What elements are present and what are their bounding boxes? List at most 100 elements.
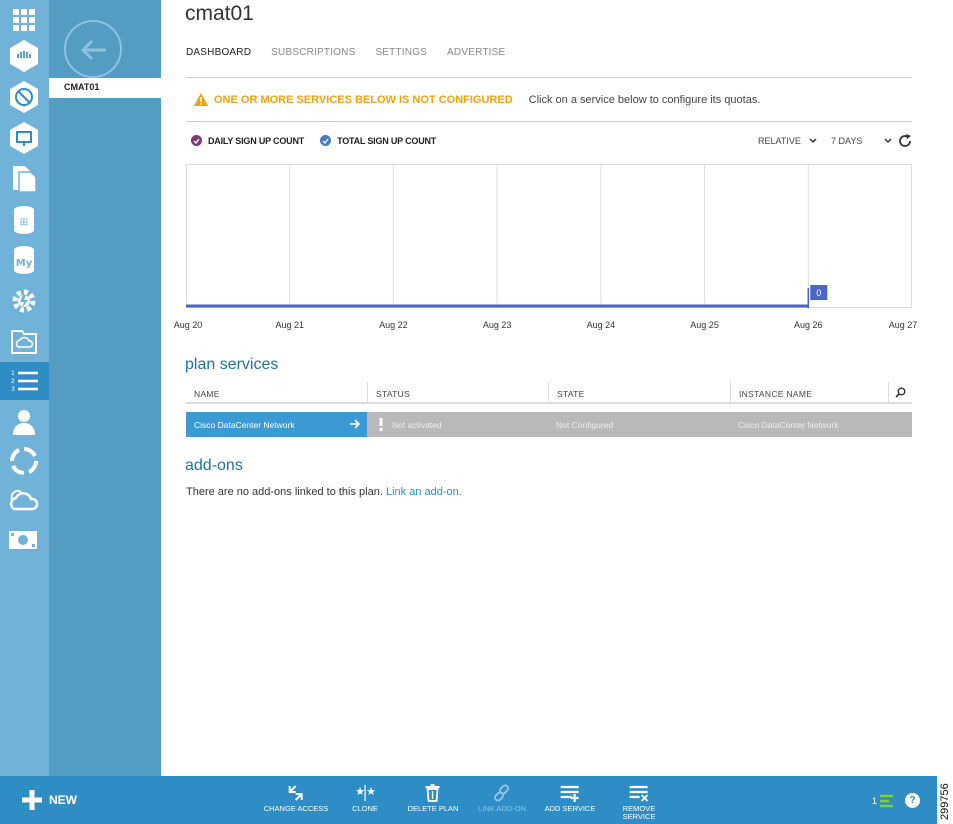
svg-text:2: 2 <box>11 378 15 385</box>
page-title: cmat01 <box>185 2 254 25</box>
signup-chart: 0 <box>186 164 912 308</box>
x-tick-label: Aug 22 <box>379 320 408 330</box>
billing-money-icon[interactable] <box>6 522 42 558</box>
new-button[interactable]: NEW <box>22 790 77 810</box>
new-label: NEW <box>49 793 77 807</box>
figure-id: 299756 <box>939 783 951 820</box>
cisco-hexagon-icon[interactable] <box>6 38 42 74</box>
help-button[interactable]: ? <box>905 793 920 808</box>
divider <box>186 121 912 122</box>
command-label: CHANGE ACCESS <box>263 804 329 813</box>
plan-services-title: plan services <box>185 356 279 373</box>
x-tick-label: Aug 24 <box>586 320 616 330</box>
x-tick-label: Aug 25 <box>690 320 719 330</box>
column-header-status[interactable]: STATUS <box>376 389 410 399</box>
command-label: DELETE PLAN <box>407 804 459 813</box>
legend-total-signup[interactable]: TOTAL SIGN UP COUNT <box>320 135 436 146</box>
main-content: cmat01 DASHBOARD SUBSCRIPTIONS SETTINGS … <box>161 0 953 776</box>
remove-list-icon <box>629 785 649 802</box>
column-divider <box>888 382 889 402</box>
x-tick-label: Aug 26 <box>794 320 823 330</box>
documents-icon[interactable] <box>6 161 42 197</box>
column-header-state[interactable]: STATE <box>557 389 585 399</box>
plans-list-icon[interactable]: 123 <box>0 362 49 400</box>
delete-plan-button[interactable]: DELETE PLAN <box>407 784 459 813</box>
legend-daily-signup[interactable]: DAILY SIGN UP COUNT <box>191 135 304 146</box>
tab-subscriptions[interactable]: SUBSCRIPTIONS <box>271 47 355 58</box>
column-divider <box>367 382 368 402</box>
add-service-button[interactable]: ADD SERVICE <box>544 784 596 813</box>
dropdown-value: 7 DAYS <box>831 136 863 146</box>
plus-icon <box>22 790 42 810</box>
clone-stars-icon: ★ ★ <box>355 785 375 801</box>
trash-icon <box>425 784 440 802</box>
config-warning: ONE OR MORE SERVICES BELOW IS NOT CONFIG… <box>194 93 760 106</box>
link-addon-button[interactable]: LINK ADD-ON <box>478 784 526 813</box>
mysql-database-icon[interactable]: My <box>6 242 42 278</box>
chevron-down-icon <box>809 138 817 144</box>
services-table-header: NAME STATUS STATE INSTANCE NAME <box>186 382 912 404</box>
column-header-instance-name[interactable]: INSTANCE NAME <box>739 389 812 399</box>
nav-item-cmat01[interactable]: CMAT01 <box>49 78 161 98</box>
link-addon-link[interactable]: Link an add-on. <box>386 486 462 498</box>
x-tick-label: Aug 20 <box>173 320 203 330</box>
command-label: CLONE <box>352 804 378 813</box>
swap-arrows-icon <box>288 785 303 801</box>
addons-message: There are no add-ons linked to this plan… <box>186 486 462 498</box>
network-globe-icon[interactable] <box>6 79 42 115</box>
add-list-icon <box>561 785 579 802</box>
back-button[interactable] <box>64 20 122 78</box>
svg-text:3: 3 <box>11 386 15 393</box>
refresh-icon[interactable] <box>897 133 913 149</box>
legend-label: TOTAL SIGN UP COUNT <box>337 135 437 146</box>
cloud-folder-icon[interactable] <box>6 323 42 359</box>
back-arrow-icon <box>80 39 106 61</box>
chevron-down-icon <box>884 138 892 144</box>
command-label: SERVICE <box>622 812 656 821</box>
tab-settings[interactable]: SETTINGS <box>375 47 427 58</box>
monitor-hexagon-icon[interactable] <box>6 120 42 156</box>
addons-empty-text: There are no add-ons linked to this plan… <box>186 486 383 498</box>
arrow-right-icon <box>350 419 361 429</box>
svg-text:⊞: ⊞ <box>20 217 28 228</box>
remove-service-button[interactable]: REMOVE SERVICE <box>622 784 656 821</box>
checkmark-icon <box>320 135 332 146</box>
clone-button[interactable]: ★ ★ CLONE <box>352 784 378 813</box>
all-items-grid-icon[interactable] <box>6 2 42 38</box>
activity-list-icon <box>880 794 893 808</box>
search-icon[interactable] <box>895 387 906 398</box>
status-cell: Not activated <box>392 420 442 430</box>
x-tick-label: Aug 27 <box>888 320 918 330</box>
data-label: 0 <box>816 288 821 298</box>
svg-text:★: ★ <box>355 785 365 798</box>
relative-dropdown[interactable]: RELATIVE <box>758 136 817 146</box>
service-name: Cisco DataCenter Network <box>194 420 295 430</box>
tab-advertise[interactable]: ADVERTISE <box>447 47 505 58</box>
database-icon[interactable]: ⊞ <box>6 202 42 238</box>
change-access-button[interactable]: CHANGE ACCESS <box>263 784 329 813</box>
help-icon: ? <box>909 795 916 806</box>
nav-panel: CMAT01 <box>49 0 161 776</box>
warning-icon <box>194 93 208 106</box>
checkmark-icon <box>191 135 202 146</box>
command-bar: NEW CHANGE ACCESS ★ ★ CLONE DELETE PLAN L… <box>0 776 937 824</box>
table-row[interactable]: Cisco DataCenter Network Not activated N… <box>186 412 912 437</box>
command-label: ADD SERVICE <box>544 804 596 813</box>
user-accounts-icon[interactable] <box>6 404 42 440</box>
icon-rail: ⊞ My 123 <box>0 0 49 776</box>
chain-link-icon <box>494 784 509 802</box>
automation-gear-icon[interactable] <box>6 283 42 319</box>
service-name-cell[interactable]: Cisco DataCenter Network <box>186 412 367 437</box>
cloud-services-icon[interactable] <box>6 483 42 519</box>
warning-hint: Click on a service below to configure it… <box>528 93 761 106</box>
column-divider <box>730 382 731 402</box>
x-tick-label: Aug 21 <box>275 320 304 330</box>
refresh-cycle-icon[interactable] <box>6 443 42 479</box>
column-header-name[interactable]: NAME <box>194 389 220 399</box>
svg-text:1: 1 <box>11 370 15 377</box>
app-root: ⊞ My 123 CMAT01 cmat01 DASHBOARD SUBSCRI… <box>0 0 953 824</box>
state-cell: Not Configured <box>556 420 614 430</box>
range-dropdown[interactable]: 7 DAYS <box>831 136 892 146</box>
addons-title: add-ons <box>185 457 243 474</box>
tab-dashboard[interactable]: DASHBOARD <box>186 47 251 58</box>
